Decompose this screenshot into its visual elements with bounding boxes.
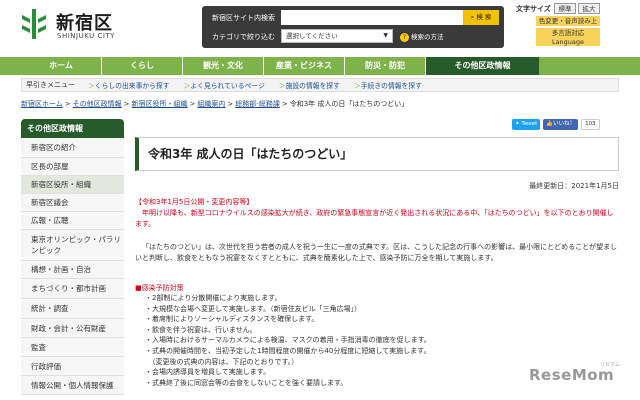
sidebar-item-evaluation[interactable]: 行政評価	[21, 357, 124, 376]
sidebar-item-city-office[interactable]: 新宿区役所・組織	[21, 176, 124, 194]
site-search-input[interactable]	[281, 10, 463, 25]
site-search-label: 新宿区サイト内検索	[212, 14, 275, 22]
breadcrumb-separator: >	[123, 100, 130, 108]
tweet-button-label: Tweet	[521, 121, 538, 127]
sidebar-item-finance[interactable]: 財政・会計・公有財産	[21, 319, 124, 338]
gnav-disaster-crime[interactable]: 防災・防犯	[345, 57, 426, 75]
sidebar-item-pr[interactable]: 広報・広聴	[21, 212, 124, 230]
resemom-watermark-sub: リセマム	[600, 362, 621, 368]
sidebar-item-mayor-room[interactable]: 区長の部屋	[21, 158, 124, 176]
breadcrumb-separator: >	[281, 100, 288, 108]
sidebar: その他区政情報 新宿区の紹介 区長の部屋 新宿区役所・組織 新宿区議会 広報・広…	[21, 119, 124, 400]
sidebar-item-city-intro[interactable]: 新宿区の紹介	[21, 138, 124, 158]
quick-menu-link-life-events[interactable]: ＞くらしの出来事から探す	[88, 80, 170, 90]
color-voice-button[interactable]: 色変更・音声読み上げ	[536, 16, 600, 35]
sidebar-item-audit[interactable]: 監査	[21, 338, 124, 357]
quick-menu-title: 早引きメニュー	[26, 81, 75, 89]
chevron-right-icon: ＞	[278, 82, 286, 90]
language-button[interactable]: 多言語対応 Language	[536, 28, 600, 46]
search-button-label: 検 索	[476, 13, 492, 21]
text-size-large-button[interactable]: 拡大	[578, 3, 600, 14]
gnav-home[interactable]: ホーム	[21, 57, 102, 75]
quick-menu-link-label: よく見られているページ	[190, 82, 265, 90]
measure-item: ・大規模な会場へ変更して実施します。（新宿住友ビル「三角広場」）	[145, 304, 362, 313]
last-updated: 最終更新日：2021年1月5日	[529, 182, 619, 190]
sidebar-item-olympics[interactable]: 東京オリンピック・パラリンピック	[21, 230, 124, 261]
category-select[interactable]: 選択してください ▼	[281, 29, 393, 43]
breadcrumb-link[interactable]: 新宿区ホーム	[21, 100, 63, 108]
sidebar-item-planning[interactable]: 構想・計画・自治	[21, 261, 124, 279]
like-button[interactable]: 👍いいね！	[543, 119, 579, 130]
measure-item: ・2部制により分散開催により実施します。	[145, 294, 282, 302]
breadcrumb: 新宿区ホーム > その他区政情報 > 新宿区役所・組織 > 組織案内 > 総務部-総務課 > 令和3…	[21, 99, 621, 109]
site-search-panel: 新宿区サイト内検索 ⌕ 検 索 カテゴリで絞り込む 選択してください ▼ ? 検索…	[202, 6, 504, 48]
breadcrumb-link[interactable]: その他区政情報	[73, 100, 122, 108]
measures-title: ■感染予防対策	[135, 284, 184, 292]
chevron-down-icon: ▼	[383, 32, 388, 39]
shinjuku-logo-icon[interactable]	[22, 9, 46, 39]
social-buttons: ✦ Tweet 👍いいね！ 103	[512, 119, 600, 131]
measure-item: ・式典の開催時間を、当初予定した1時間程度の開催から40分程度に短縮して実施しま…	[145, 346, 431, 355]
quick-menu-link-label: くらしの出来事から探す	[94, 82, 170, 90]
breadcrumb-link[interactable]: 総務部-総務課	[235, 100, 280, 108]
quick-menu-link-label: 手続きの情報を探す	[360, 82, 422, 90]
quick-menu-link-label: 施設の情報を探す	[285, 82, 340, 90]
measure-item: ・飲食を伴う祝宴は、行いません。	[145, 325, 257, 334]
global-nav: ホーム くらし 観光・文化 産業・ビジネス 防災・防犯 その他区政情報	[0, 57, 640, 75]
search-icon: ⌕	[470, 13, 475, 21]
quick-menu-link-facilities[interactable]: ＞施設の情報を探す	[279, 80, 340, 90]
breadcrumb-link[interactable]: 組織案内	[197, 100, 225, 108]
tweet-button[interactable]: ✦ Tweet	[512, 119, 541, 130]
sidebar-heading: その他区政情報	[21, 119, 124, 138]
quick-menu: 早引きメニュー ＞くらしの出来事から探す ＞よく見られているページ ＞施設の情報…	[21, 78, 619, 92]
quick-menu-link-popular[interactable]: ＞よく見られているページ	[184, 80, 265, 90]
text-size-label: 文字サイズ	[516, 5, 551, 13]
gnav-other-admin-info[interactable]: その他区政情報	[426, 57, 539, 75]
page-title: 令和3年 成人の日「はたちのつどい」	[135, 137, 619, 171]
help-icon: ?	[400, 33, 409, 42]
gnav-industry-business[interactable]: 産業・ビジネス	[264, 57, 345, 75]
main-content: 令和3年 成人の日「はたちのつどい」 最終更新日：2021年1月5日 【令和3年…	[135, 137, 619, 387]
breadcrumb-separator: >	[227, 100, 234, 108]
category-select-value: 選択してください	[286, 32, 338, 40]
gnav-living[interactable]: くらし	[102, 57, 183, 75]
search-button[interactable]: ⌕ 検 索	[463, 10, 499, 25]
breadcrumb-current: 令和3年 成人の日「はたちのつどい」	[289, 100, 409, 108]
site-header: 新宿区 SHINJUKU CITY 新宿区サイト内検索 ⌕ 検 索 カテゴリで絞…	[0, 0, 640, 52]
breadcrumb-link[interactable]: 新宿区役所・組織	[132, 100, 188, 108]
like-count: 103	[581, 119, 600, 130]
chevron-right-icon: ＞	[88, 82, 95, 90]
intro-paragraph: 「はたちのつどい」は、次世代を担う若者の成人を祝う一生に一度の式典です。区は、こ…	[135, 243, 618, 262]
notice-heading: 【令和3年1月5日公開・変更内容等】	[135, 198, 254, 206]
like-button-label: いいね！	[553, 121, 576, 127]
search-help-label: 検索の方法	[411, 33, 444, 41]
search-help-link[interactable]: ? 検索の方法	[400, 31, 444, 42]
sidebar-item-council[interactable]: 新宿区議会	[21, 194, 124, 212]
notice-body: 年明け以降も、新型コロナウイルスの感染拡大が続き、政府の緊急事態宣言が近く発出さ…	[135, 209, 614, 228]
language-button-sublabel: Language	[551, 37, 585, 46]
site-logo-subtitle: SHINJUKU CITY	[57, 32, 115, 40]
breadcrumb-separator: >	[64, 100, 71, 108]
language-button-label: 多言語対応	[551, 29, 585, 37]
resemom-watermark: ReseMom	[529, 366, 615, 384]
text-size-standard-button[interactable]: 標準	[554, 3, 576, 14]
gnav-tourism-culture[interactable]: 観光・文化	[183, 57, 264, 75]
measure-item: ・入場時におけるサーマルカメラによる検温、マスクの着用・手指消毒の徹底を促します…	[145, 336, 431, 345]
sidebar-item-statistics[interactable]: 統計・調査	[21, 299, 124, 319]
twitter-icon: ✦	[515, 121, 520, 127]
chevron-right-icon: ＞	[353, 82, 361, 90]
measure-item: ・着席制によりソーシャルディスタンスを確保します。	[145, 315, 319, 324]
breadcrumb-separator: >	[189, 100, 196, 108]
quick-menu-link-procedures[interactable]: ＞手続きの情報を探す	[354, 80, 422, 90]
sidebar-item-disclosure[interactable]: 情報公開・個人情報保護	[21, 376, 124, 395]
sidebar-item-urban-planning[interactable]: まちづくり・都市計画	[21, 279, 124, 299]
category-filter-label: カテゴリで絞り込む	[212, 33, 275, 41]
